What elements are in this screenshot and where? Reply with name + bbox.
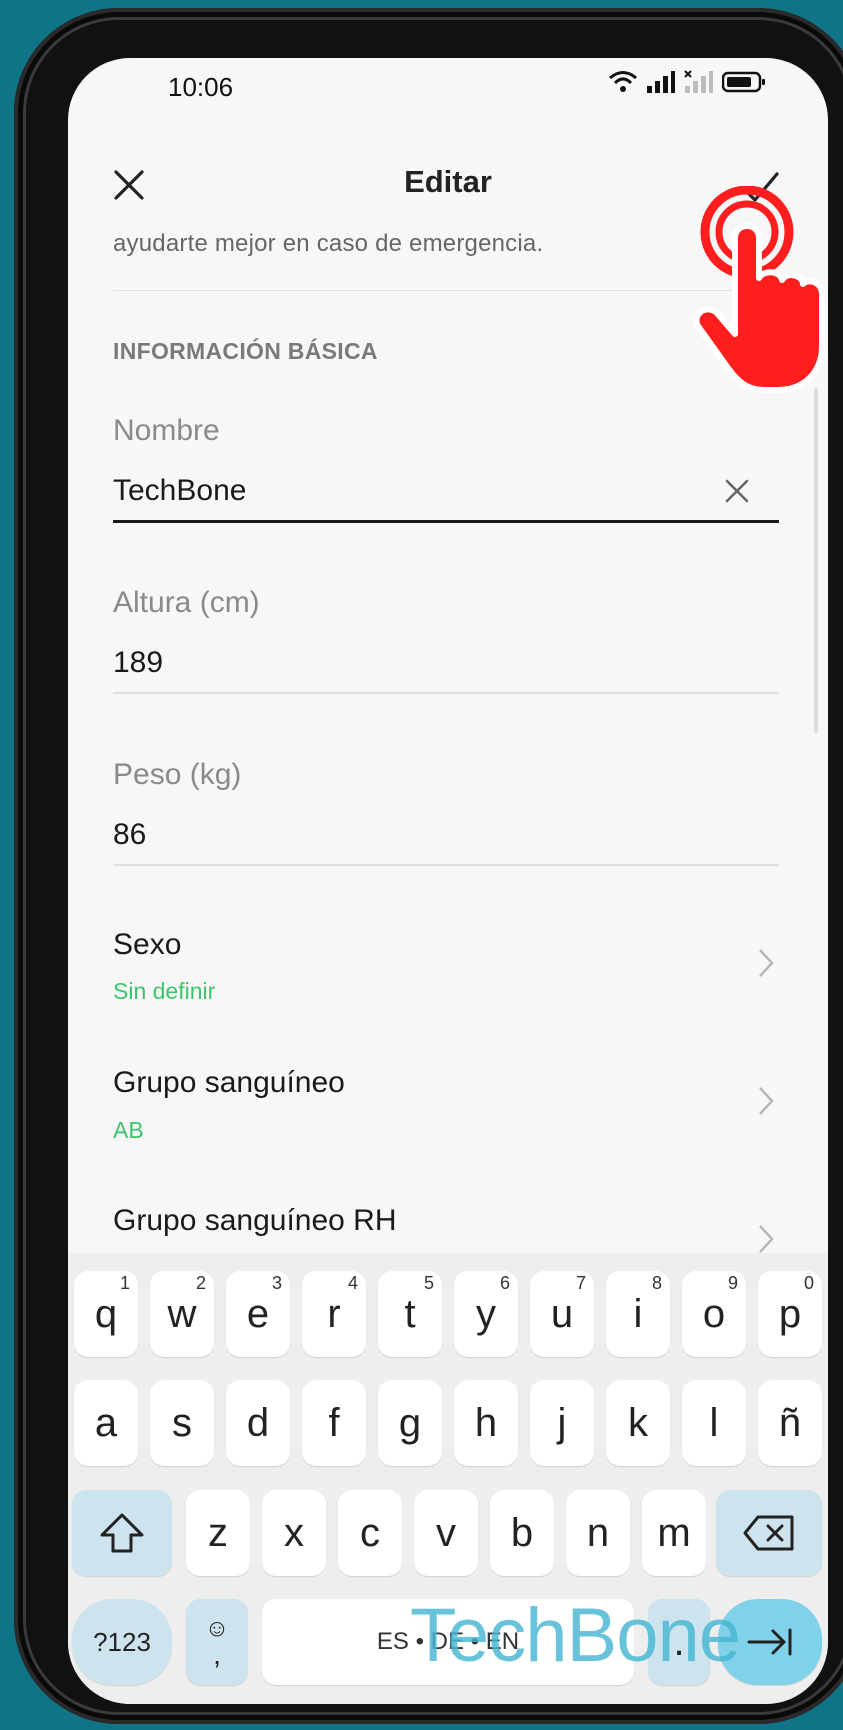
key-12[interactable]: d <box>226 1380 290 1466</box>
key-16[interactable]: j <box>530 1380 594 1466</box>
section-label: INFORMACIÓN BÁSICA <box>113 338 378 364</box>
height-label: Altura (cm) <box>113 586 260 619</box>
blood-rh-title: Grupo sanguíneo RH <box>113 1204 397 1237</box>
key-24[interactable]: b <box>490 1490 554 1576</box>
key-hint: 9 <box>727 1273 738 1293</box>
key-20[interactable]: z <box>186 1490 250 1576</box>
key-1[interactable]: w2 <box>150 1271 214 1357</box>
battery-icon <box>722 71 765 93</box>
key-11[interactable]: s <box>150 1380 214 1466</box>
backspace-key[interactable] <box>716 1490 822 1576</box>
clear-icon[interactable] <box>724 478 750 504</box>
shift-icon <box>100 1513 144 1553</box>
chevron-right-icon <box>759 949 774 977</box>
key-10[interactable]: a <box>74 1380 138 1466</box>
key-19[interactable]: ñ <box>758 1380 822 1466</box>
emoji-comma-key[interactable]: ☺ , <box>186 1599 248 1685</box>
key-hint: 1 <box>119 1273 130 1293</box>
key-25[interactable]: n <box>566 1490 630 1576</box>
key-label: w <box>167 1291 197 1336</box>
key-hint: 7 <box>575 1273 586 1293</box>
key-14[interactable]: g <box>378 1380 442 1466</box>
key-2[interactable]: e3 <box>226 1271 290 1357</box>
shift-key[interactable] <box>72 1490 172 1576</box>
backspace-icon <box>743 1515 794 1551</box>
key-hint: 4 <box>347 1273 358 1293</box>
key-23[interactable]: v <box>414 1490 478 1576</box>
key-hint: 2 <box>195 1273 206 1293</box>
divider <box>113 290 778 291</box>
name-input[interactable]: TechBone <box>113 474 246 508</box>
key-hint: 6 <box>499 1273 510 1293</box>
key-7[interactable]: i8 <box>606 1271 670 1357</box>
tap-hand-icon <box>693 186 825 393</box>
blood-group-value: AB <box>113 1117 144 1143</box>
key-label: p <box>778 1291 802 1336</box>
key-8[interactable]: o9 <box>682 1271 746 1357</box>
key-hint: 8 <box>651 1273 662 1293</box>
key-9[interactable]: p0 <box>758 1271 822 1357</box>
wifi-icon <box>609 71 637 92</box>
key-4[interactable]: t5 <box>378 1271 442 1357</box>
key-label: u <box>550 1291 574 1336</box>
key-0[interactable]: q1 <box>74 1271 138 1357</box>
key-6[interactable]: u7 <box>530 1271 594 1357</box>
key-13[interactable]: f <box>302 1380 366 1466</box>
weight-input-underline <box>113 864 779 866</box>
key-15[interactable]: h <box>454 1380 518 1466</box>
key-17[interactable]: k <box>606 1380 670 1466</box>
key-label: t <box>404 1291 416 1336</box>
key-label: q <box>94 1291 118 1336</box>
symbols-key[interactable]: ?123 <box>72 1599 172 1685</box>
key-hint: 5 <box>423 1273 434 1293</box>
chevron-right-icon <box>759 1225 774 1253</box>
name-label: Nombre <box>113 414 220 447</box>
key-21[interactable]: x <box>262 1490 326 1576</box>
blood-group-title: Grupo sanguíneo <box>113 1066 345 1099</box>
key-3[interactable]: r4 <box>302 1271 366 1357</box>
sex-value: Sin definir <box>113 978 216 1004</box>
weight-label: Peso (kg) <box>113 758 242 791</box>
key-hint: 3 <box>271 1273 282 1293</box>
status-icons <box>608 70 766 94</box>
watermark: TechBone <box>410 1593 741 1678</box>
key-label: y <box>476 1291 496 1336</box>
intro-text: ayudarte mejor en caso de emergencia. <box>113 230 544 257</box>
key-22[interactable]: c <box>338 1490 402 1576</box>
tab-arrow-icon <box>747 1628 792 1656</box>
key-hint: 0 <box>803 1273 814 1293</box>
signal-no-service-icon <box>684 70 713 93</box>
height-input[interactable]: 189 <box>113 646 163 680</box>
key-label: i <box>633 1291 643 1336</box>
chevron-right-icon <box>759 1087 774 1115</box>
key-18[interactable]: l <box>682 1380 746 1466</box>
signal-icon <box>647 71 675 93</box>
key-label: o <box>702 1291 726 1336</box>
height-input-underline <box>113 692 779 694</box>
key-label: r <box>327 1291 341 1336</box>
key-26[interactable]: m <box>642 1490 706 1576</box>
sex-title: Sexo <box>113 928 182 961</box>
key-5[interactable]: y6 <box>454 1271 518 1357</box>
comma-label: , <box>213 1639 221 1670</box>
name-input-underline <box>113 520 779 523</box>
weight-input[interactable]: 86 <box>113 818 146 852</box>
scrollbar[interactable] <box>814 388 818 733</box>
key-label: e <box>246 1291 270 1336</box>
status-time: 10:06 <box>168 72 234 102</box>
